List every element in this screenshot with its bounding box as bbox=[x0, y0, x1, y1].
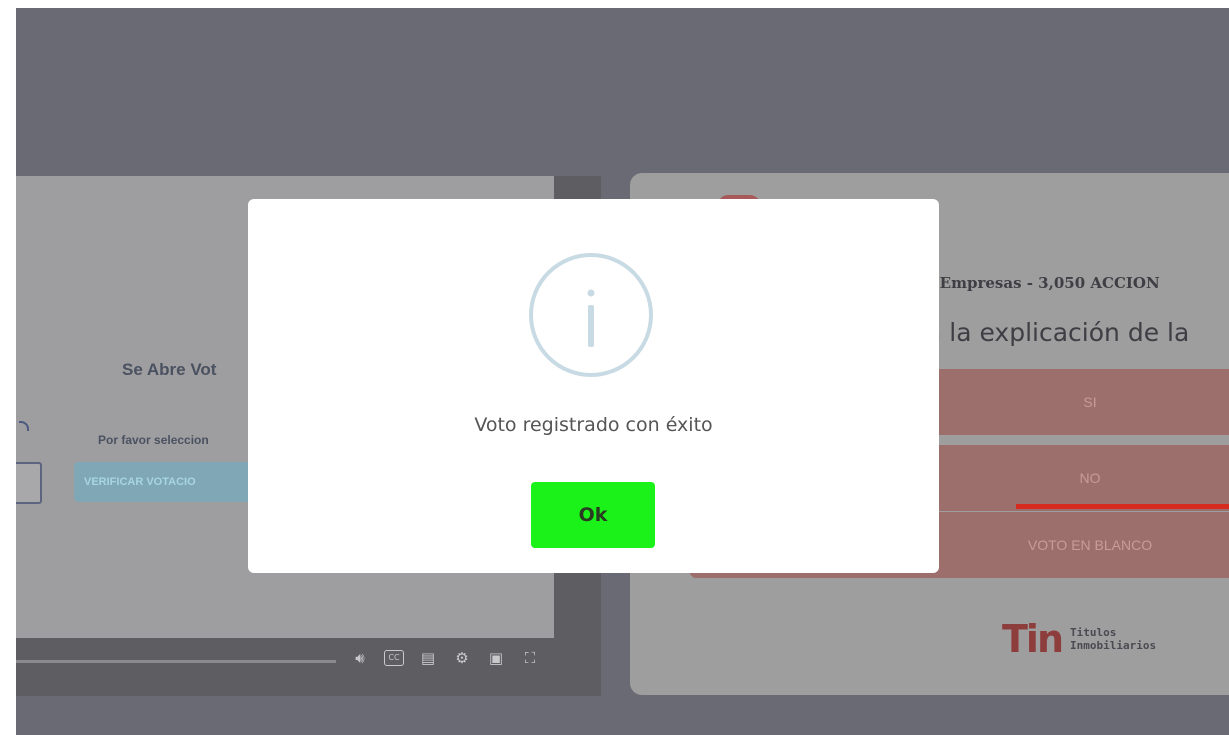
video-controls: 🔊︎ CC ▤ ⚙ ▣ ⛶ bbox=[350, 648, 540, 668]
brand-name-line1: Titulos bbox=[1070, 626, 1117, 639]
video-subtext: Por favor seleccion bbox=[98, 433, 209, 447]
transcript-icon[interactable]: ▤ bbox=[418, 648, 438, 668]
vote-option-label: VOTO EN BLANCO bbox=[1027, 537, 1153, 553]
video-input-box bbox=[16, 462, 42, 504]
vote-option-label: SI bbox=[1083, 394, 1097, 410]
fullscreen-icon[interactable]: ⛶ bbox=[520, 648, 540, 668]
volume-icon[interactable]: 🔊︎ bbox=[350, 648, 370, 668]
info-glyph bbox=[587, 289, 595, 347]
red-underline bbox=[1016, 504, 1229, 509]
brand-name: Titulos Inmobiliarios bbox=[1070, 626, 1156, 652]
vote-option-label: NO bbox=[1079, 470, 1101, 486]
company-line: 2 Empresas - 3,050 ACCION bbox=[924, 274, 1160, 292]
settings-gear-icon[interactable]: ⚙ bbox=[452, 648, 472, 668]
success-message: Voto registrado con éxito bbox=[474, 414, 713, 436]
arc-mark bbox=[19, 421, 29, 431]
video-heading: Se Abre Vot bbox=[122, 360, 217, 379]
captions-icon[interactable]: CC bbox=[384, 650, 404, 666]
vote-question: a la explicación de la bbox=[926, 318, 1190, 347]
success-dialog: Voto registrado con éxito Ok bbox=[248, 199, 939, 573]
video-progress-bar[interactable] bbox=[16, 660, 336, 663]
brand-logo: Tin Titulos Inmobiliarios bbox=[1002, 617, 1156, 661]
ok-button[interactable]: Ok bbox=[531, 482, 655, 548]
info-icon bbox=[529, 253, 653, 377]
brand-logo-mark: Tin bbox=[1002, 617, 1064, 661]
verify-vote-button: VERIFICAR VOTACIO bbox=[74, 462, 274, 502]
miniplayer-icon[interactable]: ▣ bbox=[486, 648, 506, 668]
brand-name-line2: Inmobiliarios bbox=[1070, 639, 1157, 652]
